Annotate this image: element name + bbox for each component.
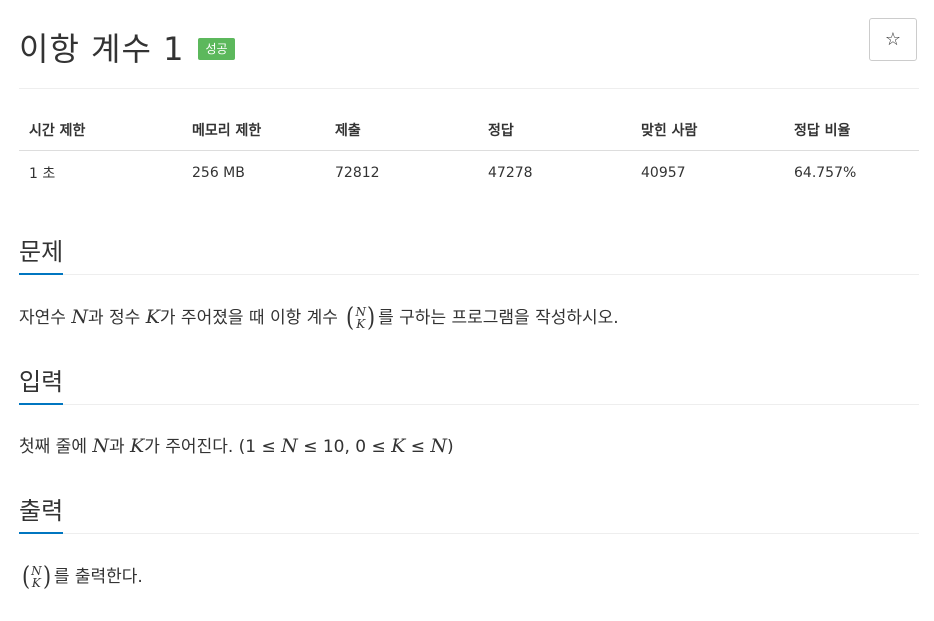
text-fragment: 첫째 줄에 bbox=[19, 437, 93, 457]
text-fragment: 자연수 bbox=[19, 308, 72, 328]
column-header: 메모리 제한 bbox=[182, 112, 325, 151]
text-fragment: ≤ bbox=[405, 437, 431, 457]
section-header: 출력 bbox=[19, 491, 919, 534]
column-header: 맞힌 사람 bbox=[631, 112, 784, 151]
math-variable: N bbox=[92, 435, 109, 457]
column-header: 시간 제한 bbox=[19, 112, 182, 151]
solvers-cell: 40957 bbox=[641, 165, 686, 181]
status-badge: 성공 bbox=[198, 38, 235, 60]
text-fragment: ) bbox=[447, 437, 454, 457]
section-title: 입력 bbox=[19, 362, 64, 405]
binom-bottom: K bbox=[356, 317, 366, 331]
output-section: 출력 (N K) 를 출력한다. bbox=[19, 491, 919, 590]
binom-bottom: K bbox=[31, 576, 41, 590]
binomial-coefficient: (N K) bbox=[345, 305, 376, 331]
problem-title: 이항 계수 1 bbox=[19, 30, 185, 68]
star-icon: ☆ bbox=[884, 28, 902, 50]
input-description: 첫째 줄에 N과 K가 주어진다. (1 ≤ N ≤ 10, 0 ≤ K ≤ N… bbox=[19, 435, 919, 458]
problem-section: 문제 자연수 N과 정수 K가 주어졌을 때 이항 계수 (N K) 를 구하는 프… bbox=[19, 232, 919, 331]
section-title: 출력 bbox=[19, 491, 64, 534]
problem-header: 이항 계수 1 성공 bbox=[19, 24, 235, 70]
open-paren: ( bbox=[22, 562, 31, 592]
close-paren: ) bbox=[366, 303, 376, 333]
favorite-button[interactable]: ☆ bbox=[869, 18, 917, 61]
section-title: 문제 bbox=[19, 232, 64, 275]
header-divider bbox=[19, 88, 919, 89]
text-fragment: 를 출력한다. bbox=[53, 567, 143, 587]
section-header: 입력 bbox=[19, 362, 919, 405]
problem-description: 자연수 N과 정수 K가 주어졌을 때 이항 계수 (N K) 를 구하는 프로그램… bbox=[19, 305, 919, 331]
text-fragment: 과 bbox=[109, 437, 131, 457]
math-variable: N bbox=[430, 435, 448, 457]
problem-page: 이항 계수 1 성공 ☆ 시간 제한 메모리 제한 제출 정답 맞힌 사람 정답… bbox=[0, 0, 934, 621]
math-variable: K bbox=[391, 435, 406, 457]
text-fragment: 과 정수 bbox=[87, 308, 146, 328]
math-variable: N bbox=[281, 435, 298, 457]
close-paren: ) bbox=[42, 562, 51, 592]
output-description: (N K) 를 출력한다. bbox=[19, 564, 919, 590]
text-fragment: 가 주어졌을 때 이항 계수 bbox=[159, 308, 344, 328]
submissions-cell: 72812 bbox=[335, 165, 380, 181]
table-row: 1 초 256 MB 72812 47278 40957 64.757% bbox=[19, 151, 919, 192]
text-fragment: 를 구하는 프로그램을 작성하시오. bbox=[378, 308, 619, 328]
accept-ratio-cell: 64.757% bbox=[794, 165, 857, 181]
text-fragment: ≤ 10, 0 ≤ bbox=[297, 437, 392, 457]
memory-limit-cell: 256 MB bbox=[192, 165, 245, 181]
column-header: 정답 비율 bbox=[784, 112, 919, 151]
section-header: 문제 bbox=[19, 232, 919, 275]
math-variable: N bbox=[71, 306, 88, 328]
binomial-coefficient: (N K) bbox=[21, 564, 52, 590]
column-header: 제출 bbox=[325, 112, 478, 151]
math-variable: K bbox=[130, 435, 145, 457]
text-fragment: 가 주어진다. (1 ≤ bbox=[144, 437, 282, 457]
problem-stats-table: 시간 제한 메모리 제한 제출 정답 맞힌 사람 정답 비율 1 초 256 M… bbox=[19, 112, 919, 191]
input-section: 입력 첫째 줄에 N과 K가 주어진다. (1 ≤ N ≤ 10, 0 ≤ K … bbox=[19, 362, 919, 458]
stats-header-row: 시간 제한 메모리 제한 제출 정답 맞힌 사람 정답 비율 bbox=[19, 112, 919, 151]
math-variable: K bbox=[145, 306, 160, 328]
column-header: 정답 bbox=[478, 112, 631, 151]
accepted-cell: 47278 bbox=[488, 165, 533, 181]
open-paren: ( bbox=[346, 303, 355, 333]
time-limit-cell: 1 초 bbox=[29, 166, 56, 182]
